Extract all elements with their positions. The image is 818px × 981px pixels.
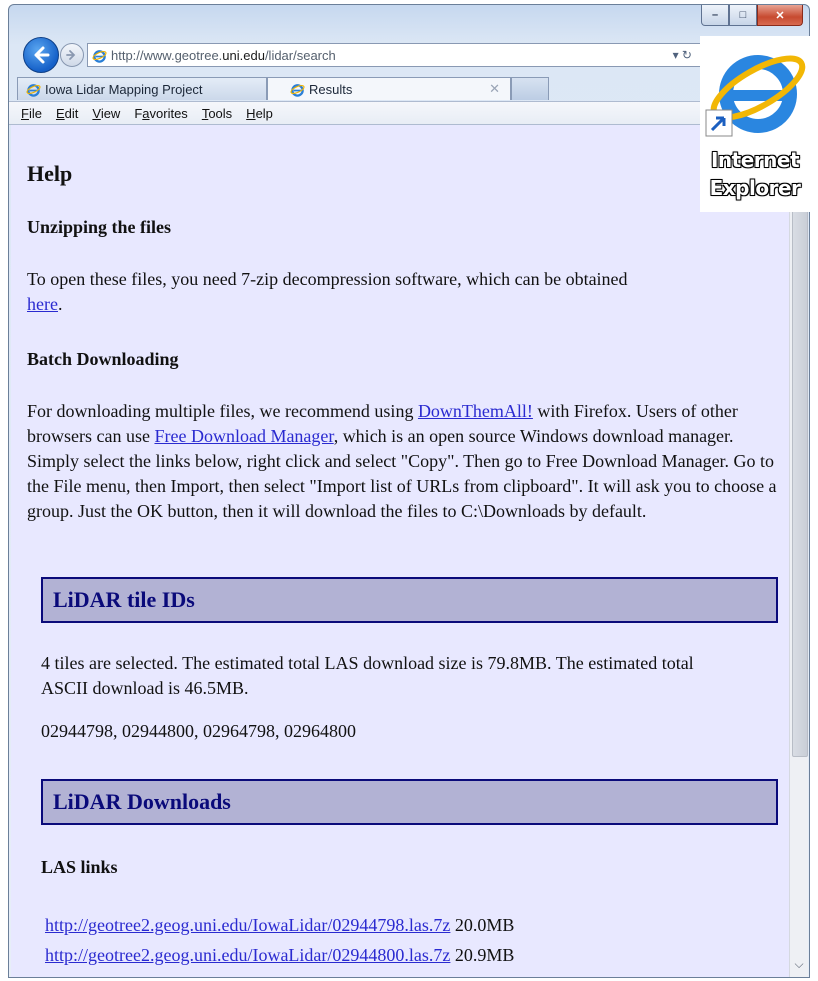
page-content[interactable]: Help Unzipping the files To open these f… [11, 125, 789, 977]
tab-iowa-lidar[interactable]: Iowa Lidar Mapping Project [17, 77, 267, 100]
refresh-icon[interactable]: ▾ ↻ [673, 48, 700, 62]
navigation-bar: http://www.geotree.uni.edu/lidar/search … [9, 33, 809, 73]
scroll-down-icon[interactable]: ⌵ [792, 957, 806, 971]
tiles-summary: 4 tiles are selected. The estimated tota… [41, 653, 694, 698]
back-button[interactable] [23, 37, 59, 73]
address-url: http://www.geotree.uni.edu/lidar/search [111, 47, 336, 63]
list-item: http://geotree2.geog.uni.edu/IowaLidar/0… [45, 943, 514, 968]
file-size: 20.0MB [450, 915, 515, 935]
seven-zip-link[interactable]: here [27, 294, 58, 314]
tab-results[interactable]: Results ✕ [267, 77, 511, 100]
close-tab-icon[interactable]: ✕ [489, 81, 500, 97]
back-arrow-icon [34, 46, 50, 64]
vertical-scrollbar[interactable]: ⌵ [789, 125, 808, 977]
scroll-thumb[interactable] [792, 210, 808, 757]
unzip-paragraph: To open these files, you need 7-zip deco… [27, 269, 628, 314]
shortcut-label-line1: Internet [710, 148, 800, 172]
menu-edit[interactable]: Edit [54, 106, 80, 121]
file-size: 20.9MB [450, 945, 515, 965]
menu-tools[interactable]: Tools [200, 106, 234, 121]
downloads-section-header: LiDAR Downloads [41, 779, 778, 825]
internet-explorer-desktop-shortcut[interactable]: Internet Explorer [700, 36, 810, 212]
tab-strip: Iowa Lidar Mapping Project Results ✕ [17, 77, 549, 101]
unzip-heading: Unzipping the files [27, 217, 172, 237]
list-item: http://geotree2.geog.uni.edu/IowaLidar/0… [45, 913, 514, 938]
menu-file[interactable]: File [19, 106, 44, 121]
help-heading: Help [27, 161, 73, 186]
menu-help[interactable]: Help [244, 106, 275, 121]
address-bar[interactable]: http://www.geotree.uni.edu/lidar/search … [87, 43, 701, 67]
las-download-link[interactable]: http://geotree2.geog.uni.edu/IowaLidar/0… [45, 945, 450, 965]
las-links-heading: LAS links [41, 857, 118, 877]
browser-window: – □ ✕ http://www.geotree.uni.edu/lidar/s… [8, 4, 810, 978]
caption-buttons: – □ ✕ [701, 5, 803, 27]
shortcut-label-line2: Explorer [709, 176, 801, 200]
tab-label: Results [309, 81, 353, 97]
downthemall-link[interactable]: DownThemAll! [418, 401, 533, 421]
menu-view[interactable]: View [90, 106, 122, 121]
maximize-button[interactable]: □ [729, 5, 757, 26]
list-item-partial [45, 973, 605, 977]
batch-heading: Batch Downloading [27, 349, 179, 369]
menu-bar: File Edit View Favorites Tools Help [9, 101, 809, 125]
free-download-manager-link[interactable]: Free Download Manager [154, 426, 333, 446]
ie-page-icon [92, 48, 107, 63]
las-download-link[interactable]: http://geotree2.geog.uni.edu/IowaLidar/0… [45, 915, 450, 935]
tile-ids-section-header: LiDAR tile IDs [41, 577, 778, 623]
ie-tab-icon [290, 82, 305, 97]
menu-favorites[interactable]: Favorites [132, 106, 189, 121]
new-tab-button[interactable] [511, 77, 549, 100]
tile-id-list: 02944798, 02944800, 02964798, 02964800 [41, 721, 356, 741]
forward-arrow-icon [66, 50, 76, 60]
minimize-button[interactable]: – [701, 5, 729, 26]
batch-paragraph: For downloading multiple files, we recom… [27, 401, 777, 521]
internet-explorer-icon [705, 55, 806, 137]
close-button[interactable]: ✕ [757, 5, 803, 26]
forward-button[interactable] [60, 43, 84, 67]
tab-label: Iowa Lidar Mapping Project [45, 81, 203, 97]
ie-tab-icon [26, 82, 41, 97]
